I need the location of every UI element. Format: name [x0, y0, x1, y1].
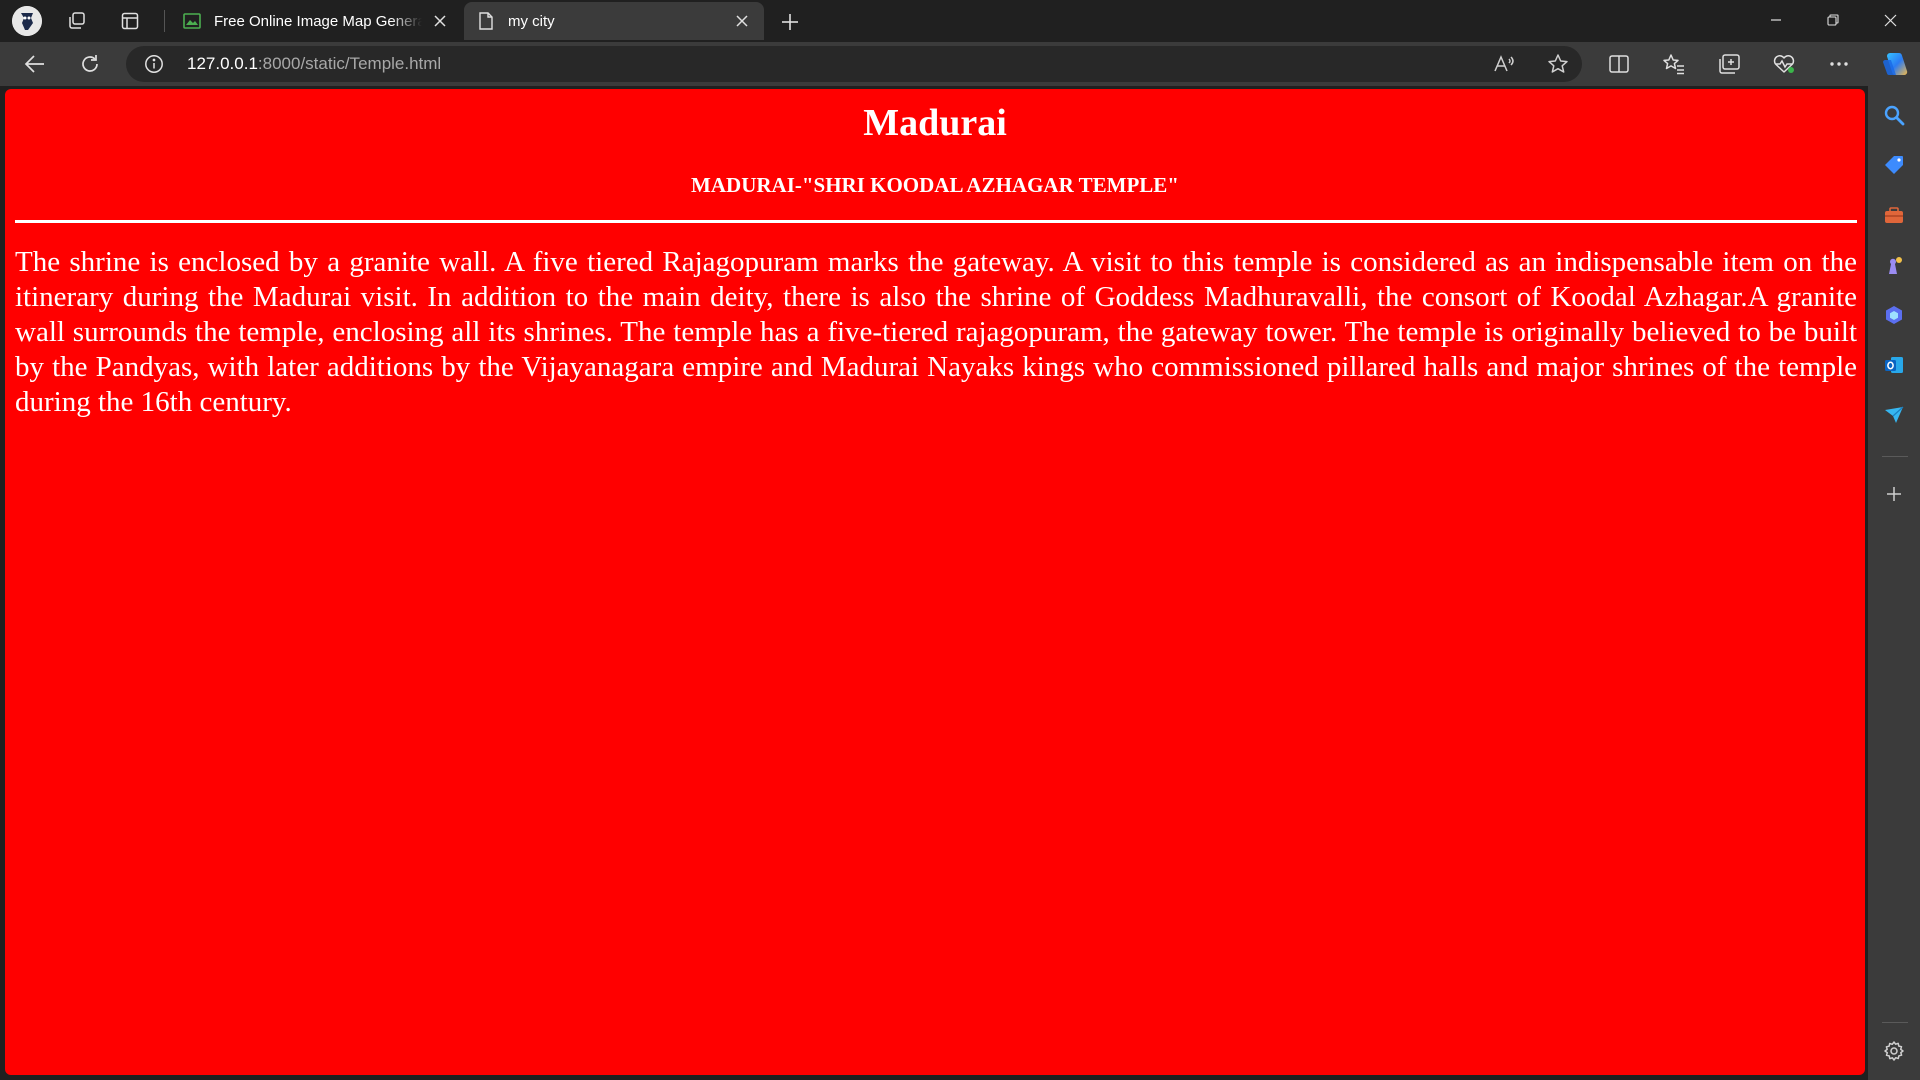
tab-image-map-generator[interactable]: Free Online Image Map Generator [170, 2, 462, 40]
navigation-toolbar: 127.0.0.1:8000/static/Temple.html [0, 42, 1920, 86]
tab-title: Free Online Image Map Generator [214, 12, 422, 30]
search-icon[interactable] [1881, 102, 1907, 128]
url-host: 127.0.0.1 [187, 54, 258, 73]
title-bar: Free Online Image Map Generator my city [0, 0, 1920, 42]
read-aloud-icon[interactable] [1492, 52, 1516, 76]
image-favicon-icon [182, 11, 202, 31]
address-bar[interactable]: 127.0.0.1:8000/static/Temple.html [126, 46, 1582, 82]
horizontal-rule [15, 220, 1857, 223]
edge-sidebar [1868, 86, 1920, 1080]
tab-actions-icon[interactable] [117, 8, 143, 34]
outlook-icon[interactable] [1881, 352, 1907, 378]
site-info-icon[interactable] [144, 54, 164, 74]
shopping-icon[interactable] [1881, 152, 1907, 178]
tab-separator [164, 10, 165, 32]
office-icon[interactable] [1881, 302, 1907, 328]
refresh-icon[interactable] [75, 49, 105, 79]
tools-icon[interactable] [1881, 202, 1907, 228]
copilot-icon[interactable] [1880, 49, 1910, 79]
settings-icon[interactable] [1881, 1038, 1907, 1064]
split-screen-icon[interactable] [1604, 49, 1634, 79]
minimize-icon[interactable] [1748, 0, 1804, 40]
url-text[interactable]: 127.0.0.1:8000/static/Temple.html [187, 54, 441, 74]
drop-icon[interactable] [1881, 402, 1907, 428]
page-paragraph: The shrine is enclosed by a granite wall… [15, 246, 1857, 418]
favorite-star-icon[interactable] [1546, 52, 1570, 76]
sidebar-separator [1882, 456, 1908, 457]
back-icon[interactable] [20, 49, 50, 79]
sidebar-separator [1882, 1022, 1908, 1023]
page-viewport: Madurai MADURAI-"SHRI KOODAL AZHAGAR TEM… [5, 89, 1865, 1075]
new-tab-plus-icon[interactable] [776, 8, 804, 36]
games-icon[interactable] [1881, 252, 1907, 278]
add-icon[interactable] [1881, 481, 1907, 507]
restore-icon[interactable] [1805, 0, 1861, 40]
collections-icon[interactable] [1714, 49, 1744, 79]
tab-my-city[interactable]: my city [464, 2, 764, 40]
profile-avatar[interactable] [12, 6, 42, 36]
url-path: :8000/static/Temple.html [257, 54, 442, 73]
browser-essentials-icon[interactable] [1769, 49, 1799, 79]
close-icon[interactable] [732, 11, 752, 31]
more-icon[interactable] [1824, 49, 1854, 79]
tab-title: my city [508, 12, 555, 30]
page-title: Madurai [863, 102, 1007, 144]
workspaces-icon[interactable] [64, 8, 90, 34]
page-subtitle: MADURAI-"SHRI KOODAL AZHAGAR TEMPLE" [691, 173, 1179, 197]
favorites-icon[interactable] [1659, 49, 1689, 79]
close-window-icon[interactable] [1862, 0, 1918, 40]
close-icon[interactable] [430, 11, 450, 31]
page-favicon-icon [476, 11, 496, 31]
